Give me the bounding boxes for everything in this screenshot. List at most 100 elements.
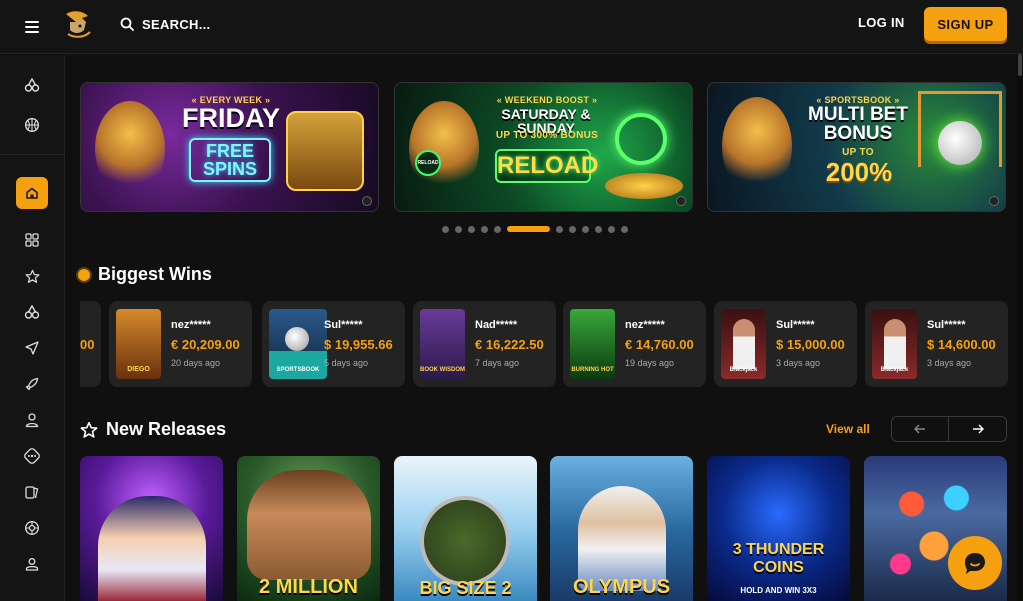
login-button[interactable]: LOG IN [858,15,905,30]
game-thumbnail: Blackjack [872,309,917,379]
sidebar-item-favorites[interactable] [16,260,48,292]
sidebar-item-all-games[interactable] [16,224,48,256]
sidebar-item-roulette[interactable] [16,512,48,544]
carousel-dot[interactable] [556,225,563,233]
prev-button[interactable] [892,417,950,441]
carousel-dot[interactable] [569,225,576,233]
site-logo[interactable] [62,8,94,40]
page-scrollbar[interactable] [1017,54,1023,601]
game-card[interactable] [80,456,223,601]
win-amount: 00 [80,337,95,352]
refresh-coins-image [615,113,667,165]
game-thumbnail-label: SPORTSBOOK [276,367,320,373]
game-thumbnail: BOOK WISDOM [420,309,465,379]
carousel-dot[interactable] [608,225,615,233]
game-card[interactable]: 2 MILLION [237,456,380,601]
dealer-image [884,319,906,369]
reload-badge-label: RELOAD [417,160,439,166]
sidebar-divider [0,154,65,155]
win-card[interactable]: SPORTSBOOK Sul***** $ 19,955.66 5 days a… [262,301,405,387]
soccer-ball-image [285,327,309,351]
carousel-dot[interactable] [621,225,628,233]
sidebar-item-launch[interactable] [16,368,48,400]
user-icon [25,558,39,571]
sidebar-item-dice[interactable] [16,440,48,472]
new-releases-title: New Releases [106,419,227,439]
carousel-dot[interactable] [442,225,449,233]
win-amount: € 16,222.50 [475,337,544,352]
star-icon [25,269,39,283]
win-amount: $ 14,600.00 [927,337,996,352]
win-amount: € 20,209.00 [171,337,240,352]
win-time: 20 days ago [171,358,221,368]
sidebar-item-live-casino[interactable] [16,404,48,436]
win-card[interactable]: DIEGO nez***** € 20,209.00 20 days ago [109,301,252,387]
promo-banner-friday-free-spins[interactable]: « EVERY WEEK » FRIDAY FREE SPINS [80,82,379,212]
search-bar[interactable]: SEARCH... [120,14,210,34]
promo-banner-multi-bet-bonus[interactable]: « SPORTSBOOK » MULTI BET BONUS UP TO 200… [707,82,1006,212]
game-thumbnail: BURNING HOT [570,309,615,379]
signup-button[interactable]: SIGN UP [924,7,1007,41]
sidebar-item-sports[interactable] [16,109,48,141]
live-chat-button[interactable] [948,536,1002,590]
banner-1-neon-text: FREE SPINS [189,138,271,182]
biggest-wins-list: 00 DIEGO nez***** € 20,209.00 20 days ag… [80,301,1023,387]
game-thumbnail-label: BOOK WISDOM [420,367,465,373]
menu-button[interactable] [0,0,64,54]
game-card[interactable]: 3 THUNDER COINS HOLD AND WIN 3X3 [707,456,850,601]
game-subtitle: HOLD AND WIN 3X3 [740,586,817,595]
win-username: nez***** [171,319,211,331]
game-card[interactable]: BIG SIZE 2 [394,456,537,601]
game-card[interactable]: OLYMPUS [550,456,693,601]
sidebar-item-cards[interactable] [16,476,48,508]
carousel-dot[interactable] [582,225,589,233]
game-title: OLYMPUS [572,576,671,598]
slot-machine-image [286,111,364,191]
carousel-dot[interactable] [481,225,488,233]
banner-3-corner-icon [989,196,999,206]
rocket-icon [25,377,39,391]
live-dot-icon [78,268,90,281]
sidebar-item-crash[interactable] [16,332,48,364]
sidebar-item-slots[interactable] [16,296,48,328]
win-card[interactable]: BOOK WISDOM Nad***** € 16,222.50 7 days … [413,301,556,387]
win-time: 7 days ago [475,358,520,368]
sidebar-item-fruits[interactable] [16,69,48,101]
carousel-dot[interactable] [595,225,602,233]
promo-banner-weekend-reload[interactable]: RELOAD « WEEKEND BOOST » SATURDAY & SUND… [394,82,693,212]
carousel-dot-active[interactable] [507,226,550,232]
win-card-partial[interactable]: 00 [80,301,101,387]
carousel-dot[interactable] [455,225,462,233]
banner-2-subline: UP TO 300% BONUS [495,130,599,141]
win-amount: € 14,760.00 [625,337,694,352]
win-card[interactable]: BURNING HOT nez***** € 14,760.00 19 days… [563,301,706,387]
goal-net-image [918,91,1002,167]
pharaoh-mascot-image [95,101,165,196]
win-time: 19 days ago [625,358,675,368]
reload-badge: RELOAD [415,150,441,176]
search-icon [120,17,134,31]
win-amount: $ 15,000.00 [776,337,845,352]
hamburger-icon [25,20,39,33]
pharaoh-mascot-image [409,101,479,196]
banner-1-corner-icon [362,196,372,206]
sidebar-item-profile[interactable] [16,548,48,580]
win-card[interactable]: Blackjack Sul***** $ 14,600.00 3 days ag… [865,301,1008,387]
carousel-dot[interactable] [468,225,475,233]
banner-3-percent: 200% [825,157,893,187]
win-username: Sul***** [927,319,966,331]
next-button[interactable] [949,417,1006,441]
scrollbar-thumb[interactable] [1018,54,1022,76]
top-header: SEARCH... LOG IN SIGN UP [0,0,1023,54]
star-icon [80,421,98,438]
cards-icon [25,486,39,499]
carousel-dot[interactable] [494,225,501,233]
sidebar-item-home[interactable] [16,177,48,209]
win-card[interactable]: Blackjack Sul***** $ 15,000.00 3 days ag… [714,301,857,387]
win-time: 3 days ago [776,358,821,368]
view-all-link[interactable]: View all [826,422,870,436]
game-thumbnail-label: Blackjack [880,367,909,373]
biggest-wins-title: Biggest Wins [98,264,212,284]
game-thumbnail-label: BURNING HOT [571,367,614,373]
banner-2-tagline: « WEEKEND BOOST » [496,95,598,105]
